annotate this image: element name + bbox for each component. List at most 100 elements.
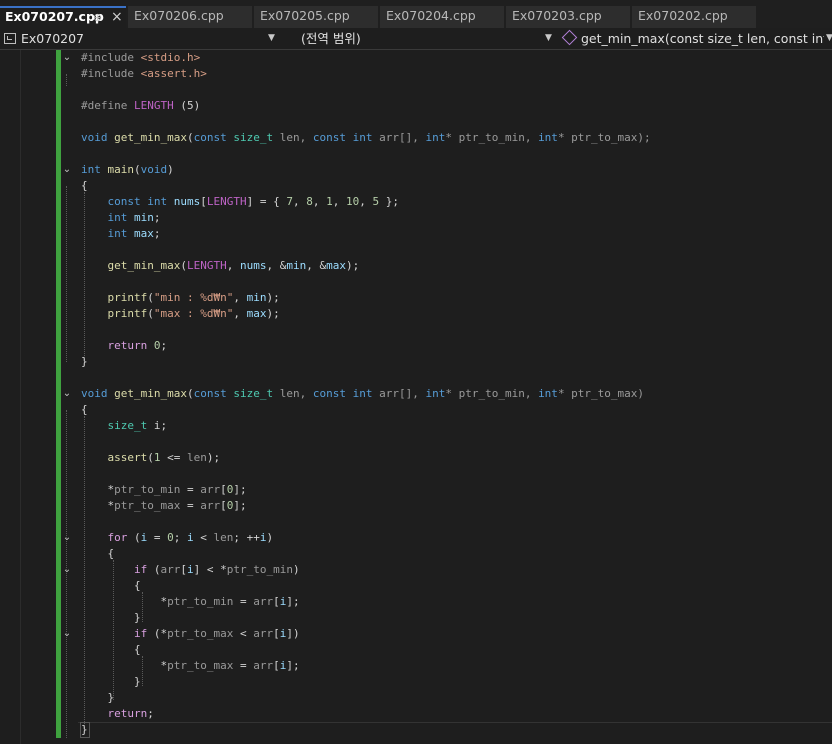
fold-chevron-icon[interactable]: ⌄ [61,162,73,178]
code-token: } [81,355,88,368]
code-token: , & [306,259,327,272]
code-token: i [187,531,194,544]
margin-separator [20,50,21,744]
code-token: size_t [107,419,148,432]
code-token: int [425,387,446,400]
project-label: Ex070207 [21,31,85,46]
code-token: const [107,195,148,208]
code-token: } [81,611,141,624]
tab-ex070207[interactable]: Ex070207.cpp ⊕ × [0,6,126,28]
code-token: return [107,339,154,352]
code-line: return; [81,706,154,722]
code-token: i; [147,419,168,432]
code-token: , [332,195,346,208]
code-line: *ptr_to_max = arr[0]; [81,498,246,514]
tab-label: Ex070204.cpp [386,8,476,23]
code-token: main [107,163,135,176]
code-token: , [233,307,247,320]
code-token: , [233,291,247,304]
code-token: arr [253,659,274,672]
code-token: const [312,387,353,400]
tab-ex070202[interactable]: Ex070202.cpp [632,6,756,28]
fold-chevron-icon[interactable]: ⌄ [61,626,73,642]
tab-ex070206[interactable]: Ex070206.cpp [128,6,252,28]
code-token: ) [167,163,174,176]
code-token: [ [220,483,227,496]
pin-icon[interactable]: ⊕ [93,9,102,27]
code-token: { [81,643,141,656]
code-token: void [81,131,115,144]
member-dropdown[interactable]: get_min_max(const size_t len, const int … [560,28,832,49]
chevron-down-icon: ▼ [268,33,275,43]
code-token: int [147,195,174,208]
code-token: ( [180,259,187,272]
code-token: ); [266,291,280,304]
code-token: = [180,499,201,512]
project-dropdown[interactable]: Ex070207 ▼ [0,28,282,49]
document-tab-bar: Ex070207.cpp ⊕ × Ex070206.cpp Ex070205.c… [0,0,832,28]
code-token: for [107,531,128,544]
close-icon[interactable]: × [111,8,123,26]
code-editor[interactable]: #include <stdio.h> #include <assert.h> #de… [0,50,832,744]
code-token: ptr_to_max [114,499,181,512]
code-token: , [359,195,373,208]
code-line: int min; [81,210,161,226]
code-token: ptr_to_min [226,563,293,576]
tab-label: Ex070206.cpp [134,8,224,23]
code-token: int [352,387,373,400]
navigation-bar: Ex070207 ▼ (전역 범위) ▼ get_min_max(const s… [0,28,832,50]
fold-chevron-icon[interactable]: ⌄ [61,386,73,402]
code-token: ( [147,291,154,304]
fold-chevron-icon[interactable]: ⌄ [61,530,73,546]
code-token: arr[], [372,131,426,144]
code-line: *ptr_to_min = arr[0]; [81,482,246,498]
code-line: #include <assert.h> [81,66,207,82]
code-token: len, [273,387,313,400]
code-line: void get_min_max(const size_t len, const… [81,130,651,146]
code-token: int [538,387,558,400]
code-token: ( [147,451,154,464]
fold-chevron-icon[interactable]: ⌄ [61,562,73,578]
code-token: arr[], [372,387,426,400]
code-token: 7 [286,195,293,208]
code-token: * ptr_to_max) [557,387,645,400]
code-token: max [246,307,267,320]
code-line: #include <stdio.h> [81,50,200,66]
code-token: len [213,531,234,544]
code-line: if (arr[i] < *ptr_to_min) [81,562,300,578]
code-token: ); [206,451,221,464]
code-token: ptr_to_min [167,595,234,608]
code-token: ( [127,531,141,544]
code-token: ( [134,163,141,176]
scope-dropdown[interactable]: (전역 범위) ▼ [290,28,556,49]
code-token: 0 [167,531,174,544]
code-token: < [193,531,214,544]
code-line: #define LENGTH (5) [81,98,200,114]
code-token: 8 [306,195,313,208]
code-token: ptr_to_min [114,483,181,496]
tab-ex070203[interactable]: Ex070203.cpp [506,6,630,28]
code-line: { [81,402,88,418]
fold-chevron-icon[interactable]: ⌄ [61,50,73,66]
code-token: ( [186,387,194,400]
code-token: ptr_to_max [167,627,234,640]
code-token: } [81,675,141,688]
tab-ex070205[interactable]: Ex070205.cpp [254,6,378,28]
code-token: size_t [233,387,274,400]
code-line: if (*ptr_to_max < arr[i]) [81,626,300,642]
tab-label: Ex070203.cpp [512,8,602,23]
code-line: *ptr_to_min = arr[i]; [81,594,299,610]
code-line: int max; [81,226,161,242]
tab-label: Ex070202.cpp [638,8,728,23]
code-line: } [81,674,141,690]
code-token: ; ++ [233,531,260,544]
code-token: , [226,259,240,272]
code-token: #include [81,51,141,64]
tab-ex070204[interactable]: Ex070204.cpp [380,6,504,28]
